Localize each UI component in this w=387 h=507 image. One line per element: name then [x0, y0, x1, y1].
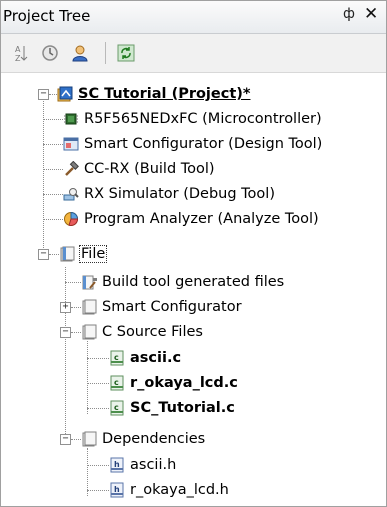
tree-item-microcontroller[interactable]: R5F565NEDxFC (Microcontroller): [63, 108, 322, 130]
tree-line: [87, 465, 109, 466]
tree-line: [87, 448, 88, 496]
tree-item-c-source-files[interactable]: C Source Files: [81, 321, 203, 343]
svg-text:h: h: [114, 485, 120, 494]
tree-item-debug-tool[interactable]: RX Simulator (Debug Tool): [63, 183, 275, 205]
tree-item-label: R5F565NEDxFC (Microcontroller): [84, 111, 322, 127]
expand-toggle[interactable]: −: [38, 249, 49, 260]
svg-text:c: c: [114, 403, 119, 412]
tree-line: [43, 119, 63, 120]
close-icon[interactable]: ✕: [364, 4, 378, 24]
expand-toggle[interactable]: −: [60, 327, 71, 338]
tree-item-design-tool[interactable]: Smart Configurator (Design Tool): [63, 133, 322, 155]
tree-item-label: SC_Tutorial.c: [130, 400, 235, 416]
svg-text:Z: Z: [15, 54, 21, 62]
c-file-icon: c: [110, 400, 124, 416]
tree-line: [71, 307, 81, 308]
tree-item-build-tool[interactable]: CC-RX (Build Tool): [63, 158, 215, 180]
tree-item-smart-configurator[interactable]: Smart Configurator: [81, 296, 242, 318]
toolbar-separator: [105, 42, 106, 64]
svg-text:c: c: [114, 378, 119, 387]
folder-icon: [60, 246, 75, 262]
expand-toggle[interactable]: +: [60, 302, 71, 313]
tree-item-r-okaya-lcd-h[interactable]: h r_okaya_lcd.h: [109, 479, 229, 501]
tree-item-label: SC Tutorial (Project)*: [78, 86, 251, 102]
project-tree: − SC Tutorial (Project)* R5F565NEDxFC (M…: [1, 73, 386, 506]
tree-item-label: r_okaya_lcd.h: [130, 482, 229, 498]
c-file-icon: c: [110, 350, 124, 366]
tree-line: [65, 267, 66, 442]
tree-line: [43, 219, 63, 220]
tree-item-label: r_okaya_lcd.c: [130, 375, 238, 391]
panel-title: Project Tree: [3, 7, 91, 25]
smart-configurator-icon: [63, 137, 79, 151]
tree-item-label: Dependencies: [102, 431, 206, 447]
refresh-button[interactable]: [115, 42, 137, 64]
sort-button[interactable]: A Z: [9, 42, 31, 64]
panel-titlebar: Project Tree ф ✕: [1, 1, 386, 34]
tree-item-analyze-tool[interactable]: Program Analyzer (Analyze Tool): [63, 208, 319, 230]
header-file-icon: h: [110, 482, 124, 498]
tree-line: [71, 439, 81, 440]
hammer-icon: [65, 161, 79, 176]
folder-icon: [82, 299, 97, 315]
tree-line: [49, 94, 57, 95]
panel-toolbar: A Z: [1, 34, 386, 73]
tree-item-r-okaya-lcd-c[interactable]: c r_okaya_lcd.c: [109, 372, 238, 394]
tree-item-file[interactable]: File: [59, 243, 108, 265]
debug-tool-icon: [63, 188, 79, 201]
svg-text:c: c: [114, 353, 119, 362]
pin-icon[interactable]: ф: [343, 6, 355, 22]
folder-icon: [82, 431, 97, 447]
tree-item-label: Program Analyzer (Analyze Tool): [84, 211, 319, 227]
tree-item-label: ascii.h: [130, 457, 177, 473]
history-button[interactable]: [39, 42, 61, 64]
refresh-icon: [117, 44, 135, 62]
tree-item-project[interactable]: SC Tutorial (Project)*: [57, 83, 250, 105]
tree-line: [87, 341, 88, 414]
user-button[interactable]: [69, 42, 91, 64]
tree-item-sc-tutorial-c[interactable]: c SC_Tutorial.c: [109, 397, 235, 419]
tree-line: [87, 490, 109, 491]
folder-icon: [82, 324, 97, 340]
expand-toggle[interactable]: −: [38, 89, 49, 100]
sort-icon: A Z: [15, 45, 28, 62]
c-file-icon: c: [110, 375, 124, 391]
tree-line: [43, 98, 44, 258]
tree-item-ascii-h[interactable]: h ascii.h: [109, 454, 176, 476]
tree-item-label: Build tool generated files: [102, 274, 285, 290]
tree-line: [87, 408, 109, 409]
microcontroller-icon: [64, 113, 78, 125]
tree-line: [71, 332, 81, 333]
tree-item-label: RX Simulator (Debug Tool): [84, 186, 275, 202]
svg-text:h: h: [114, 460, 120, 469]
project-tree-panel: Project Tree ф ✕ A Z − SC Tutorial (Proj…: [0, 0, 387, 507]
tree-line: [43, 169, 63, 170]
tree-item-ascii-c[interactable]: c ascii.c: [109, 347, 181, 369]
tree-item-label: CC-RX (Build Tool): [84, 161, 215, 177]
tree-line: [43, 144, 63, 145]
tree-item-label: C Source Files: [102, 324, 203, 340]
tree-line: [87, 358, 109, 359]
user-icon: [72, 45, 88, 62]
tree-item-label: ascii.c: [130, 350, 182, 366]
tree-line: [87, 383, 109, 384]
project-icon: [57, 86, 73, 102]
svg-text:A: A: [15, 45, 21, 54]
tree-item-dependencies[interactable]: Dependencies: [81, 428, 205, 450]
header-file-icon: h: [110, 457, 124, 473]
tree-item-label: Smart Configurator: [102, 299, 242, 315]
tree-item-build-generated[interactable]: Build tool generated files: [81, 271, 284, 293]
history-icon: [42, 45, 58, 61]
tree-item-label: Smart Configurator (Design Tool): [84, 136, 323, 152]
tree-line: [43, 194, 63, 195]
tree-item-label: File: [78, 245, 108, 263]
pie-chart-icon: [64, 211, 79, 227]
tree-line: [65, 282, 81, 283]
tree-line: [49, 254, 59, 255]
generated-files-icon: [82, 275, 97, 290]
expand-toggle[interactable]: −: [60, 434, 71, 445]
